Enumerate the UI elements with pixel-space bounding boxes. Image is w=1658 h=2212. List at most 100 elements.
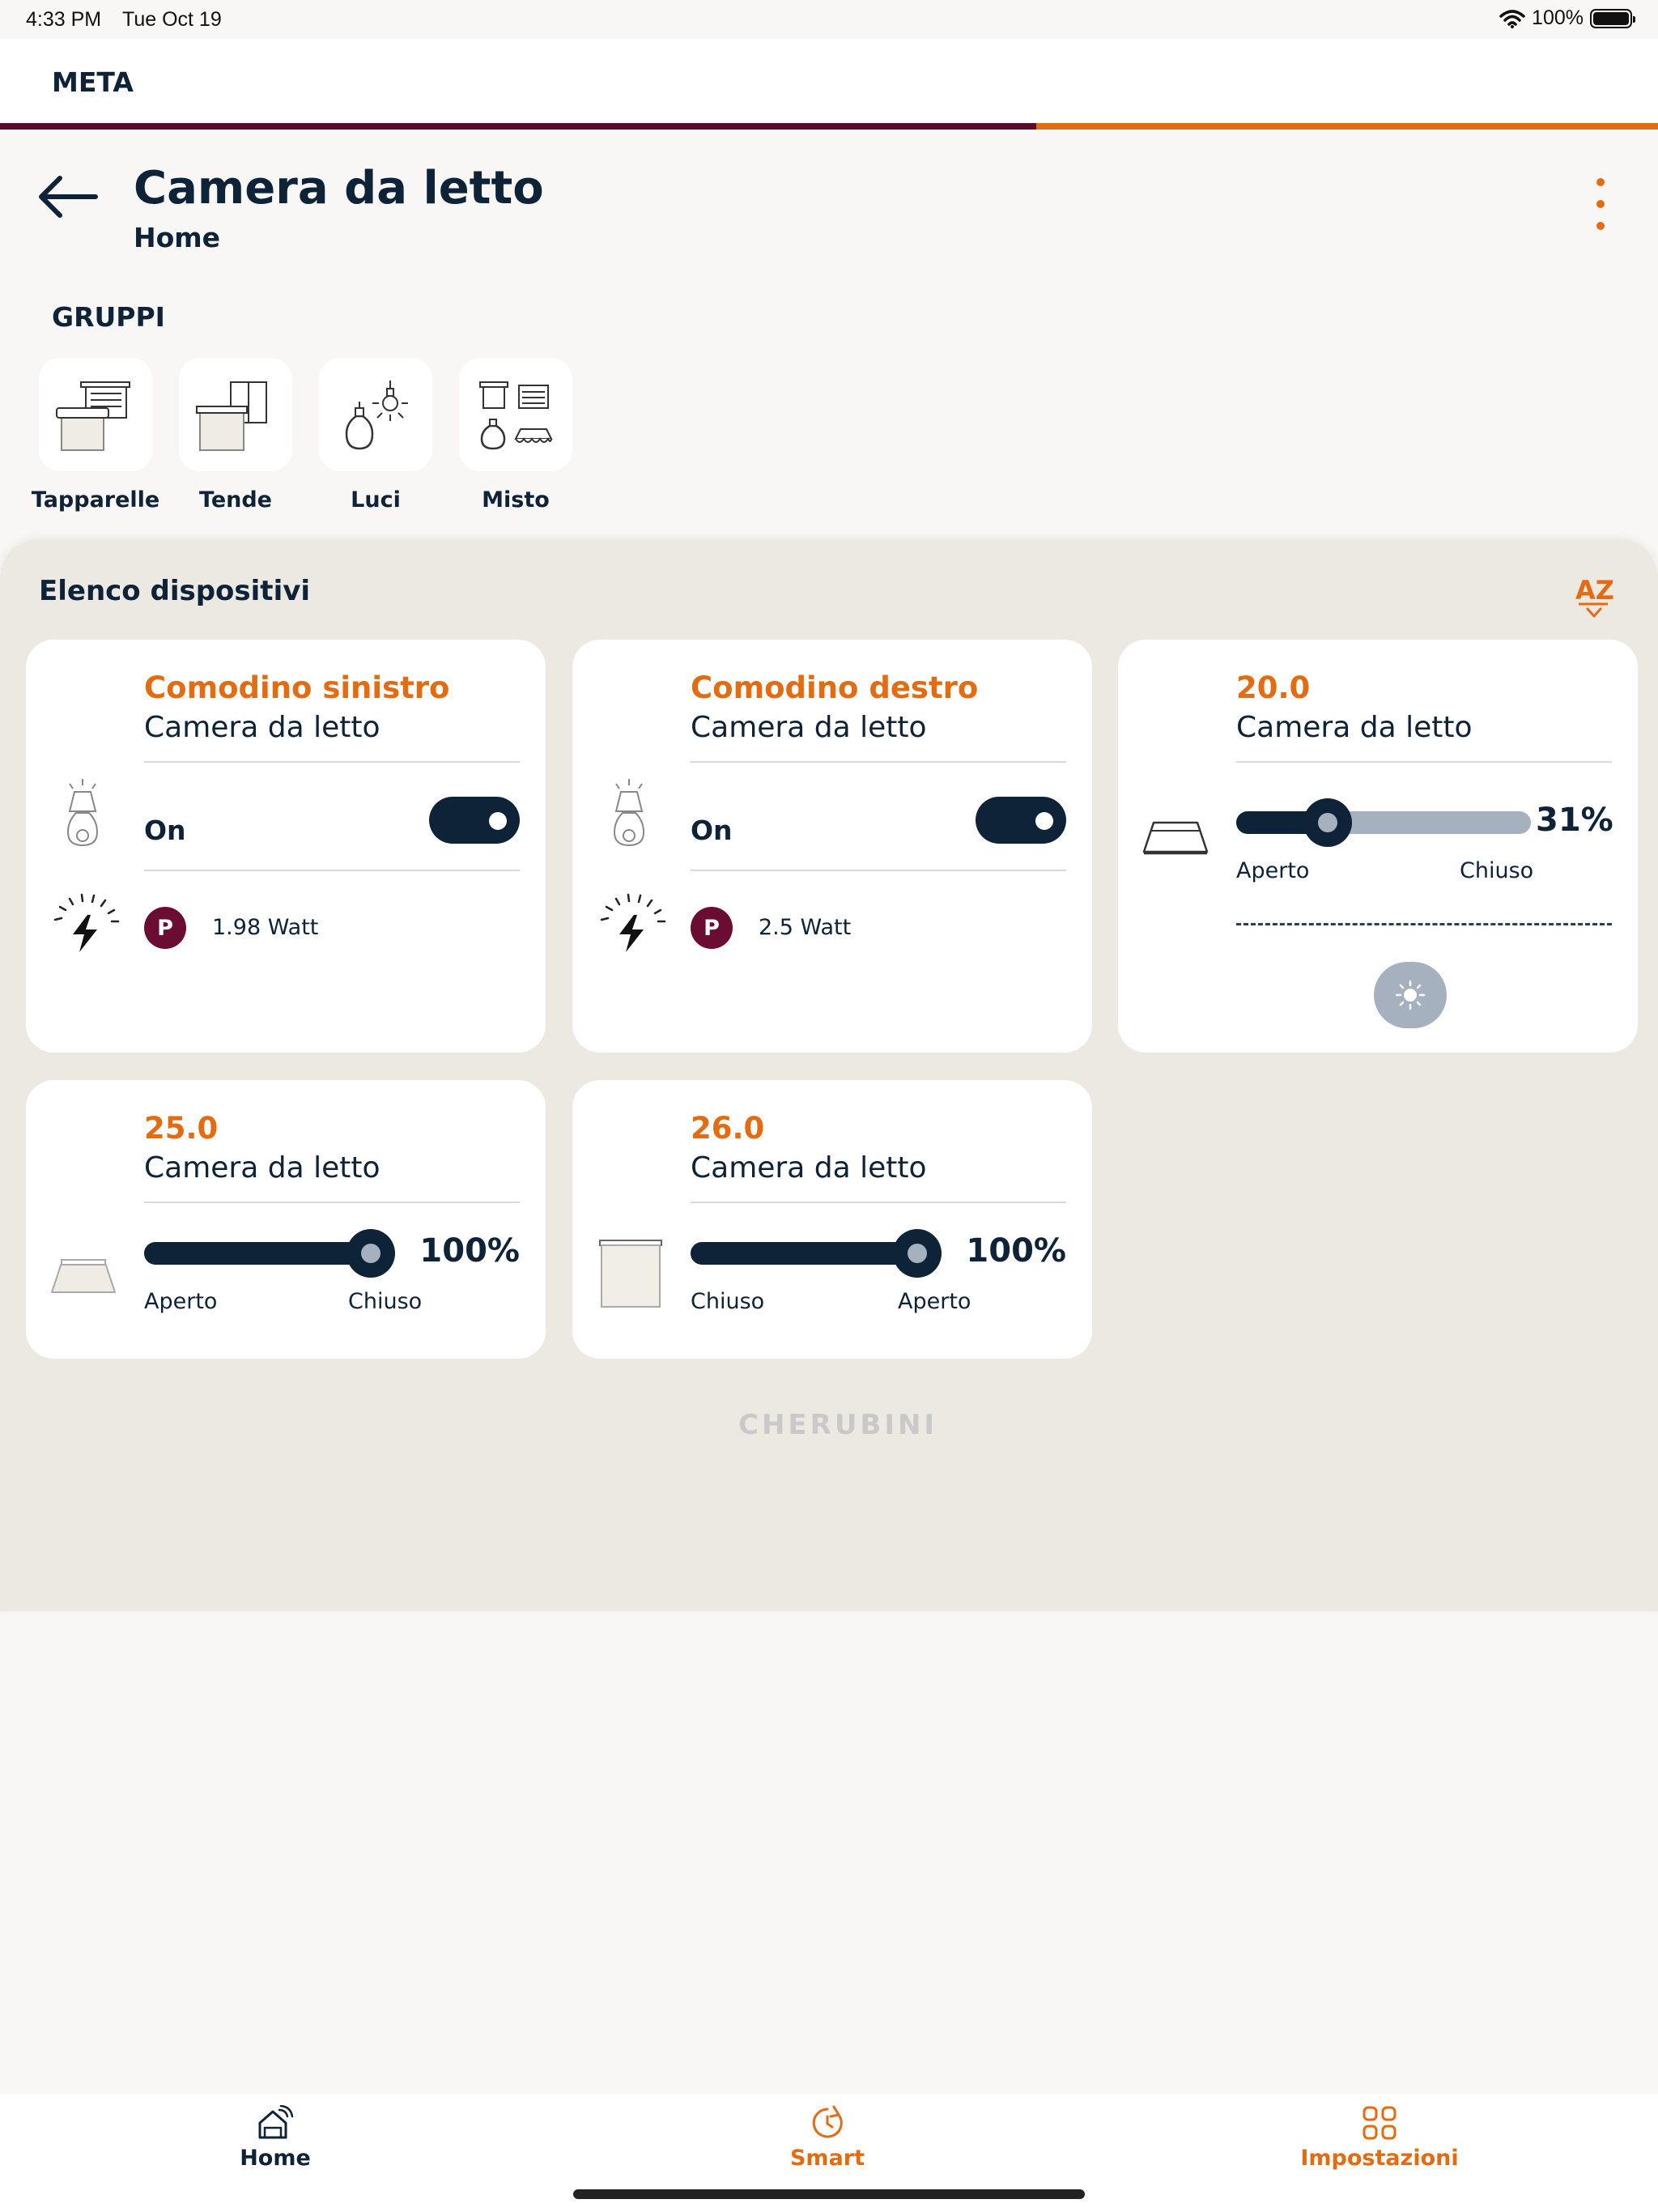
page-title: Camera da letto — [134, 162, 544, 215]
home-indicator — [573, 2189, 1085, 2199]
device-card[interactable]: Comodino destro Camera da letto On P 2.5… — [572, 640, 1092, 1053]
home-icon — [258, 2105, 294, 2139]
group-label: Misto — [482, 487, 550, 513]
lights-group-icon — [345, 381, 408, 450]
power-value: 1.98 Watt — [212, 915, 319, 940]
slider-thumb[interactable] — [1303, 798, 1352, 847]
slider-thumb[interactable] — [346, 1229, 395, 1278]
divider — [691, 761, 1066, 763]
header-progress-bar — [0, 123, 1658, 130]
tab-home[interactable]: Home — [178, 2105, 372, 2171]
battery-icon — [1590, 8, 1635, 28]
slider-thumb[interactable] — [893, 1229, 942, 1278]
wifi-icon — [1499, 9, 1525, 28]
position-percent: 100% — [419, 1232, 520, 1270]
mixed-group-icon — [479, 381, 553, 450]
tab-label: Impostazioni — [1300, 2146, 1459, 2171]
divider — [144, 761, 520, 763]
status-date: Tue Oct 19 — [122, 8, 222, 31]
sun-sensor-button[interactable] — [1374, 962, 1447, 1028]
more-options-icon[interactable] — [1588, 178, 1613, 230]
device-name: Comodino destro — [691, 670, 979, 705]
group-tile[interactable] — [39, 358, 152, 471]
device-state-label: On — [144, 815, 186, 846]
tab-label: Home — [240, 2146, 311, 2171]
device-room: Camera da letto — [691, 711, 927, 744]
status-time: 4:33 PM — [26, 8, 102, 31]
page-subtitle: Home — [134, 222, 221, 253]
device-room: Camera da letto — [144, 711, 380, 744]
position-slider[interactable] — [144, 1229, 395, 1278]
group-luci[interactable]: Luci — [319, 358, 432, 513]
tab-label: Smart — [789, 2146, 865, 2171]
group-tende[interactable]: Tende — [179, 358, 292, 513]
device-card[interactable]: Comodino sinistro Camera da letto On P 1… — [26, 640, 546, 1053]
tab-smart[interactable]: Smart — [730, 2105, 925, 2171]
slider-left-label: Aperto — [1236, 858, 1310, 883]
tab-impostazioni[interactable]: Impostazioni — [1282, 2105, 1477, 2171]
position-percent: 31% — [1536, 802, 1613, 839]
group-tile[interactable] — [319, 358, 432, 471]
device-state-label: On — [691, 815, 733, 846]
back-arrow-icon[interactable] — [36, 170, 99, 220]
roller-blind-icon — [599, 1240, 662, 1308]
awning-icon — [51, 1259, 116, 1293]
group-tile[interactable] — [459, 358, 572, 471]
position-slider[interactable] — [1236, 798, 1531, 847]
power-badge: P — [691, 907, 733, 949]
device-list-title: Elenco dispositivi — [39, 575, 311, 607]
bedside-lamp-icon — [613, 779, 645, 847]
divider — [144, 870, 520, 871]
power-toggle[interactable] — [976, 797, 1066, 844]
slider-fill — [691, 1242, 917, 1265]
grid-settings-icon — [1363, 2106, 1397, 2140]
device-card[interactable]: 26.0 Camera da letto 100% Chiuso Aperto — [572, 1080, 1092, 1359]
divider — [691, 870, 1066, 871]
divider — [691, 1202, 1066, 1203]
energy-meter-icon — [53, 893, 120, 952]
slider-fill — [144, 1242, 371, 1265]
power-toggle[interactable] — [429, 797, 520, 844]
header-progress-fill — [0, 123, 1036, 130]
sort-az-icon[interactable]: AZ — [1574, 572, 1614, 619]
group-label: Tapparelle — [31, 487, 160, 513]
battery-percent: 100% — [1532, 6, 1584, 29]
position-slider[interactable] — [691, 1229, 942, 1278]
curtain-group-icon — [196, 381, 267, 451]
device-card[interactable]: 25.0 Camera da letto 100% Aperto Chiuso — [26, 1080, 546, 1359]
device-list-panel: Elenco dispositivi AZ Comodino sinistro … — [0, 539, 1658, 1611]
device-name: 20.0 — [1236, 670, 1311, 705]
slider-right-label: Chiuso — [348, 1289, 423, 1314]
power-badge: P — [144, 907, 186, 949]
group-tapparelle[interactable]: Tapparelle — [32, 358, 159, 513]
slider-right-label: Aperto — [898, 1289, 971, 1314]
app-header: META — [0, 39, 1658, 123]
device-room: Camera da letto — [1236, 711, 1473, 744]
bedside-lamp-icon — [66, 779, 99, 847]
groups-title: GRUPPI — [52, 301, 165, 333]
dashed-divider — [1236, 923, 1612, 925]
group-tile[interactable] — [179, 358, 292, 471]
device-name: 26.0 — [691, 1111, 765, 1146]
device-card[interactable]: 20.0 Camera da letto 31% Aperto Chiuso — [1118, 640, 1638, 1053]
awning-icon — [1142, 821, 1209, 855]
group-label: Luci — [351, 487, 401, 513]
shutter-group-icon — [56, 381, 130, 451]
sort-az-text: AZ — [1575, 575, 1614, 606]
divider — [144, 1202, 520, 1203]
status-indicators: 100% — [1499, 6, 1635, 30]
groups-row: Tapparelle Tende Luci Misto — [32, 358, 572, 513]
power-value: 2.5 Watt — [759, 915, 852, 940]
group-misto[interactable]: Misto — [459, 358, 572, 513]
device-name: 25.0 — [144, 1111, 219, 1146]
slider-right-label: Chiuso — [1460, 858, 1534, 883]
sun-icon — [1395, 980, 1426, 1010]
group-label: Tende — [198, 487, 272, 513]
brand-logo: CHERUBINI — [738, 1409, 938, 1441]
energy-meter-icon — [600, 893, 666, 952]
position-percent: 100% — [966, 1232, 1066, 1270]
slider-left-label: Aperto — [144, 1289, 218, 1314]
device-room: Camera da letto — [691, 1151, 927, 1185]
divider — [1236, 761, 1612, 763]
slider-left-label: Chiuso — [691, 1289, 765, 1314]
